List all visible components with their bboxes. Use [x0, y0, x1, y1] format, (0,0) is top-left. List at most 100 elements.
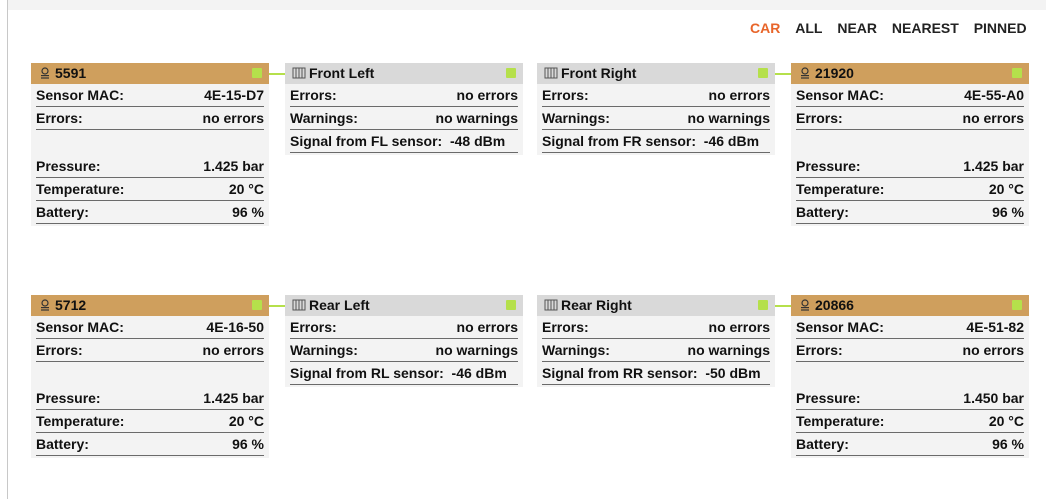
- mac-value: 4E-51-82: [966, 319, 1024, 335]
- warnings-label: Warnings:: [542, 342, 610, 358]
- signal-text: Signal from FL sensor: -48 dBm: [290, 133, 506, 149]
- errors-label: Errors:: [36, 110, 83, 126]
- errors-value: no errors: [202, 110, 264, 126]
- sensor-id: 5712: [55, 297, 87, 313]
- link-connector: [775, 305, 791, 307]
- temperature-value: 20 °C: [988, 181, 1024, 197]
- temperature-value: 20 °C: [228, 181, 264, 197]
- wheel-card-rear-right[interactable]: Rear Right Errors: no errors Warnings: no …: [537, 295, 775, 387]
- temperature-value: 20 °C: [228, 413, 264, 429]
- errors-value: no errors: [962, 110, 1024, 126]
- mac-label: Sensor MAC:: [36, 87, 124, 103]
- errors-label: Errors:: [542, 319, 589, 335]
- warnings-value: no warnings: [435, 342, 518, 358]
- errors-label: Errors:: [796, 342, 843, 358]
- tire-sensor-icon: [801, 299, 809, 311]
- battery-value: 96 %: [992, 436, 1024, 452]
- battery-label: Battery:: [796, 204, 849, 220]
- mac-value: 4E-16-50: [206, 319, 264, 335]
- battery-label: Battery:: [36, 204, 89, 220]
- tire-icon: [292, 67, 306, 79]
- pressure-label: Pressure:: [36, 390, 101, 406]
- wheel-title: Rear Right: [561, 297, 632, 313]
- errors-value: no errors: [708, 87, 770, 103]
- battery-value: 96 %: [232, 436, 264, 452]
- status-dot: [1012, 300, 1022, 310]
- status-dot: [758, 68, 768, 78]
- wheel-title: Front Left: [309, 65, 375, 81]
- battery-label: Battery:: [36, 436, 89, 452]
- sensor-card-front-right[interactable]: 21920 Sensor MAC: 4E-55-A0 Errors: no erro…: [791, 63, 1029, 226]
- wheel-title: Rear Left: [309, 297, 370, 313]
- tire-sensor-icon: [41, 299, 49, 311]
- wheel-card-front-left[interactable]: Front Left Errors: no errors Warnings: no …: [285, 63, 523, 155]
- temperature-label: Temperature:: [796, 181, 885, 197]
- temperature-label: Temperature:: [36, 181, 125, 197]
- warnings-label: Warnings:: [290, 110, 358, 126]
- sensor-id: 20866: [815, 297, 854, 313]
- filter-pinned[interactable]: PINNED: [974, 20, 1027, 36]
- sensor-id: 21920: [815, 65, 854, 81]
- status-dot: [506, 300, 516, 310]
- tire-icon: [544, 299, 558, 311]
- filter-near[interactable]: NEAR: [837, 20, 877, 36]
- link-connector: [269, 73, 285, 75]
- errors-value: no errors: [202, 342, 264, 358]
- tire-icon: [292, 299, 306, 311]
- top-band: [8, 0, 1046, 10]
- battery-value: 96 %: [992, 204, 1024, 220]
- wheel-card-front-right[interactable]: Front Right Errors: no errors Warnings: no…: [537, 63, 775, 155]
- pressure-label: Pressure:: [796, 390, 861, 406]
- warnings-value: no warnings: [435, 110, 518, 126]
- pressure-value: 1.450 bar: [963, 390, 1024, 406]
- battery-value: 96 %: [232, 204, 264, 220]
- sensor-card-rear-right[interactable]: 20866 Sensor MAC: 4E-51-82 Errors: no erro…: [791, 295, 1029, 458]
- mac-label: Sensor MAC:: [796, 87, 884, 103]
- filter-nearest[interactable]: NEAREST: [892, 20, 959, 36]
- errors-label: Errors:: [290, 319, 337, 335]
- filter-all[interactable]: ALL: [795, 20, 822, 36]
- left-divider: [7, 0, 8, 499]
- errors-label: Errors:: [796, 110, 843, 126]
- link-connector: [269, 305, 285, 307]
- wheel-card-rear-left[interactable]: Rear Left Errors: no errors Warnings: no w…: [285, 295, 523, 387]
- filter-bar: CAR ALL NEAR NEAREST PINNED: [750, 20, 1038, 36]
- errors-value: no errors: [456, 87, 518, 103]
- errors-value: no errors: [456, 319, 518, 335]
- mac-value: 4E-15-D7: [204, 87, 264, 103]
- warnings-label: Warnings:: [290, 342, 358, 358]
- sensor-id: 5591: [55, 65, 87, 81]
- mac-label: Sensor MAC:: [796, 319, 884, 335]
- errors-value: no errors: [708, 319, 770, 335]
- warnings-label: Warnings:: [542, 110, 610, 126]
- filter-car[interactable]: CAR: [750, 20, 780, 36]
- status-dot: [758, 300, 768, 310]
- mac-value: 4E-55-A0: [964, 87, 1024, 103]
- errors-label: Errors:: [36, 342, 83, 358]
- signal-text: Signal from RL sensor: -46 dBm: [290, 365, 507, 381]
- status-dot: [506, 68, 516, 78]
- pressure-value: 1.425 bar: [203, 158, 264, 174]
- status-dot: [252, 300, 262, 310]
- errors-value: no errors: [962, 342, 1024, 358]
- tire-sensor-icon: [801, 67, 809, 79]
- tire-icon: [544, 67, 558, 79]
- mac-label: Sensor MAC:: [36, 319, 124, 335]
- battery-label: Battery:: [796, 436, 849, 452]
- signal-text: Signal from RR sensor: -50 dBm: [542, 365, 761, 381]
- temperature-value: 20 °C: [988, 413, 1024, 429]
- pressure-label: Pressure:: [796, 158, 861, 174]
- sensor-card-front-left[interactable]: 5591 Sensor MAC: 4E-15-D7 Errors: no error…: [31, 63, 269, 226]
- warnings-value: no warnings: [687, 342, 770, 358]
- status-dot: [1012, 68, 1022, 78]
- errors-label: Errors:: [290, 87, 337, 103]
- pressure-label: Pressure:: [36, 158, 101, 174]
- warnings-value: no warnings: [687, 110, 770, 126]
- temperature-label: Temperature:: [796, 413, 885, 429]
- sensor-card-rear-left[interactable]: 5712 Sensor MAC: 4E-16-50 Errors: no error…: [31, 295, 269, 458]
- temperature-label: Temperature:: [36, 413, 125, 429]
- errors-label: Errors:: [542, 87, 589, 103]
